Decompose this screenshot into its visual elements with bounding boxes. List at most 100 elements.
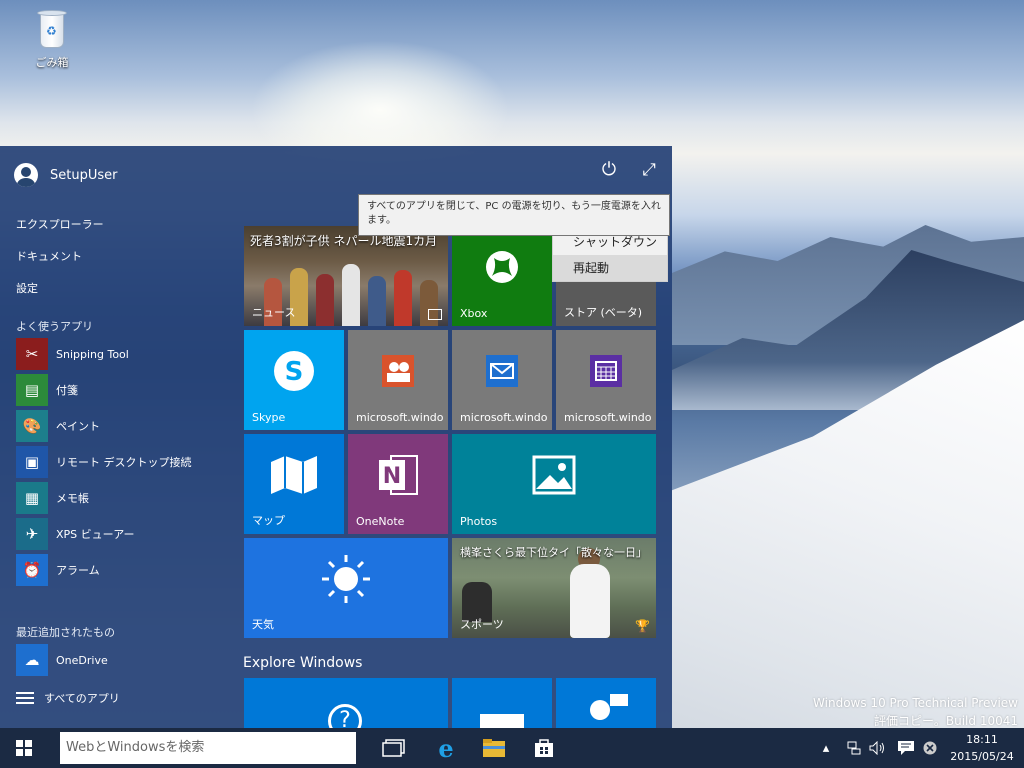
map-icon (244, 434, 344, 516)
skype-icon: S (244, 330, 344, 412)
tile-explore-help[interactable]: ? (244, 678, 448, 728)
sports-headline: 横峯さくら最下位タイ「散々な一日」 (460, 546, 647, 559)
recycle-bin-shortcut[interactable]: ♻ ごみ箱 (24, 8, 80, 74)
user-avatar-icon (14, 163, 38, 187)
app-alarms[interactable]: ⏰ アラーム (16, 554, 100, 586)
recently-added-heading: 最近追加されたもの (16, 626, 115, 639)
svg-text:S: S (285, 357, 304, 387)
app-label: OneDrive (56, 653, 108, 667)
tile-label: microsoft.windo (564, 411, 652, 424)
action-center-button[interactable] (894, 728, 918, 768)
sun-icon (244, 538, 448, 620)
file-explorer-button[interactable] (474, 732, 514, 764)
task-view-icon (382, 739, 405, 757)
explore-windows-heading: Explore Windows (243, 655, 363, 671)
most-used-heading: よく使うアプリ (16, 320, 93, 333)
internet-explorer-button[interactable]: e (426, 732, 466, 764)
restart-tooltip: すべてのアプリを閉じて、PC の電源を切り、もう一度電源を入れます。 (358, 194, 670, 236)
question-icon: ? (328, 704, 362, 728)
all-apps-button[interactable]: すべてのアプリ (16, 690, 120, 706)
tile-label: microsoft.windo (460, 411, 548, 424)
show-hidden-icons-button[interactable]: ▴ (818, 728, 834, 768)
start-menu-left-pane: SetupUser エクスプローラー ドキュメント 設定 よく使うアプリ ✂ S… (0, 146, 240, 728)
app-paint[interactable]: 🎨 ペイント (16, 410, 100, 442)
photos-icon (452, 434, 656, 516)
app-notepad[interactable]: ▦ メモ帳 (16, 482, 89, 514)
nav-settings[interactable]: 設定 (16, 280, 38, 296)
start-button[interactable] (0, 728, 48, 768)
scissors-icon: ✂ (16, 338, 48, 370)
tile-news[interactable]: 死者3割が子供 ネパール地震1カ月 ニュース (244, 226, 448, 326)
tile-explore-feedback[interactable] (556, 678, 656, 728)
feedback-person-icon (590, 700, 610, 720)
store-taskbar-button[interactable] (524, 732, 564, 764)
search-box[interactable]: WebとWindowsを検索 (60, 732, 356, 764)
clock-time: 18:11 (966, 733, 998, 746)
speaker-icon (869, 741, 884, 755)
paint-palette-icon: 🎨 (16, 410, 48, 442)
build-watermark: Windows 10 Pro Technical Preview 評価コピー。B… (813, 694, 1018, 730)
tile-sports[interactable]: 横峯さくら最下位タイ「散々な一日」 スポーツ 🏆 (452, 538, 656, 638)
tile-label: スポーツ (460, 618, 504, 631)
clock-date: 2015/05/24 (950, 750, 1014, 763)
app-label: ペイント (56, 420, 100, 433)
message-icon (898, 741, 914, 755)
app-label: アラーム (56, 564, 100, 577)
tile-maps[interactable]: マップ (244, 434, 344, 534)
tile-label: ニュース (252, 306, 296, 319)
sticky-notes-icon: ▤ (16, 374, 48, 406)
user-account[interactable]: SetupUser (14, 160, 117, 190)
power-context-menu: シャットダウン 再起動 (552, 228, 668, 282)
close-circle-icon (923, 741, 937, 755)
tile-label: 天気 (252, 618, 274, 631)
app-snipping-tool[interactable]: ✂ Snipping Tool (16, 338, 129, 370)
tile-xbox[interactable]: Xbox (452, 226, 552, 326)
expand-start-button[interactable]: ⤢ (638, 159, 660, 181)
list-icon (16, 692, 34, 704)
remote-desktop-icon: ▣ (16, 446, 48, 478)
app-remote-desktop[interactable]: ▣ リモート デスクトップ接続 (16, 446, 192, 478)
notification-status-button[interactable] (920, 728, 940, 768)
chevron-up-icon: ▴ (822, 740, 830, 756)
app-onedrive[interactable]: ☁ OneDrive (16, 644, 108, 676)
tile-mail[interactable]: microsoft.windo (452, 330, 552, 430)
app-xps-viewer[interactable]: ✈ XPS ビューアー (16, 518, 135, 550)
nav-documents[interactable]: ドキュメント (16, 248, 82, 264)
tile-label: ストア (ベータ) (564, 306, 643, 319)
onenote-icon: N (348, 434, 448, 516)
tile-photos[interactable]: Photos (452, 434, 656, 534)
tile-label: Photos (460, 515, 498, 528)
tile-explore-get-started[interactable] (452, 678, 552, 728)
app-label: リモート デスクトップ接続 (56, 456, 192, 469)
tile-onenote[interactable]: N OneNote (348, 434, 448, 534)
nav-explorer[interactable]: エクスプローラー (16, 216, 104, 232)
expand-icon: ⤢ (642, 160, 656, 180)
store-bag-icon (535, 739, 553, 757)
app-sticky-notes[interactable]: ▤ 付箋 (16, 374, 78, 406)
xps-viewer-icon: ✈ (16, 518, 48, 550)
alarm-clock-icon: ⏰ (16, 554, 48, 586)
tile-label: OneNote (356, 515, 405, 528)
power-icon: ⏻ (601, 159, 617, 180)
power-button[interactable]: ⏻ (598, 159, 620, 181)
app-label: 付箋 (56, 384, 78, 397)
tile-weather[interactable]: 天気 (244, 538, 448, 638)
tile-people[interactable]: microsoft.windo (348, 330, 448, 430)
taskbar-clock[interactable]: 18:11 2015/05/24 (944, 731, 1020, 765)
app-label: XPS ビューアー (56, 528, 135, 541)
task-view-button[interactable] (374, 732, 414, 764)
xbox-icon (452, 226, 552, 308)
tile-skype[interactable]: S Skype (244, 330, 344, 430)
network-button[interactable] (844, 728, 864, 768)
recycle-bin-label: ごみ箱 (35, 56, 69, 69)
all-apps-label: すべてのアプリ (44, 692, 120, 705)
volume-button[interactable] (868, 728, 888, 768)
windows-logo-icon (16, 740, 32, 756)
network-icon (847, 741, 861, 755)
watermark-edition: Windows 10 Pro Technical Preview (813, 696, 1018, 710)
tile-label: Skype (252, 411, 286, 424)
recycle-bin-icon: ♻ (37, 10, 67, 50)
tile-label: マップ (252, 514, 285, 527)
tile-calendar[interactable]: microsoft.windo (556, 330, 656, 430)
restart-menu-item[interactable]: 再起動 (553, 255, 667, 281)
